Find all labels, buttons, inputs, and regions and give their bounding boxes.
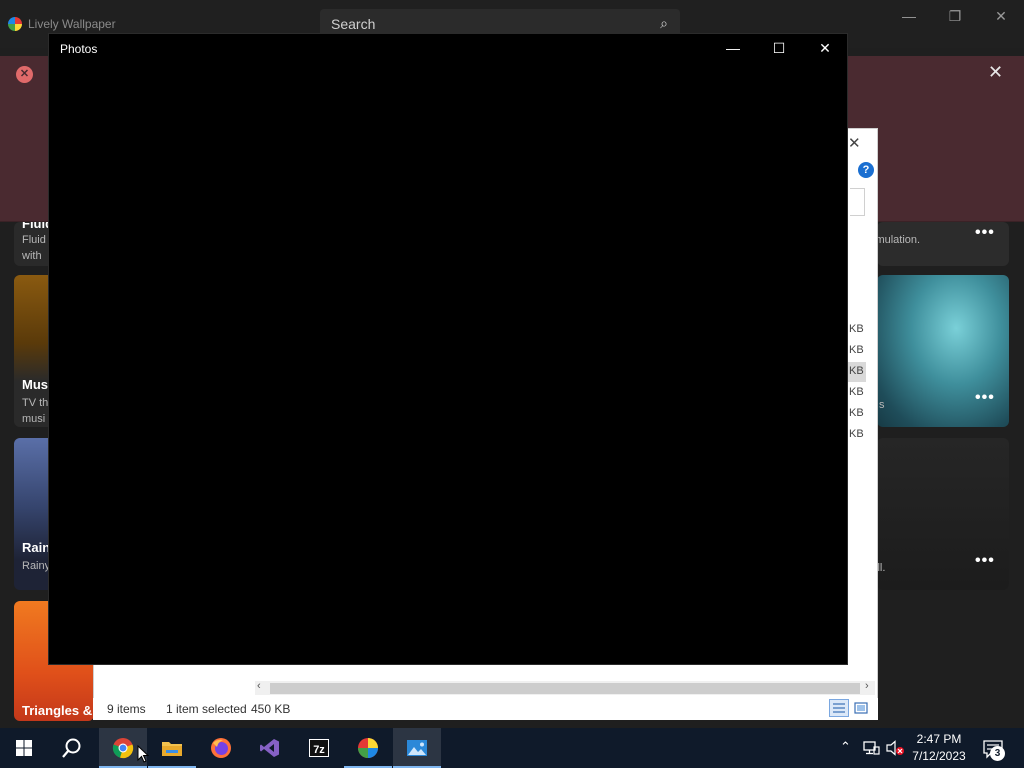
show-hidden-icons-chevron[interactable]: ⌃	[840, 739, 851, 755]
search-icon	[62, 738, 81, 758]
file-size-cell: KB	[849, 386, 864, 398]
help-icon[interactable]: ?	[858, 162, 874, 178]
desktop-screen: Lively Wallpaper Search ⌕ — ❐ ✕ ✕ ✕ Flui…	[0, 0, 1024, 768]
scroll-right-arrow-icon[interactable]: ›	[865, 680, 869, 692]
taskbar-lively[interactable]	[344, 728, 392, 768]
network-icon[interactable]	[862, 740, 880, 756]
folder-icon	[162, 742, 182, 756]
chrome-icon	[112, 738, 134, 759]
lively-icon	[358, 738, 378, 758]
visual-studio-icon	[260, 739, 279, 757]
taskbar-photos[interactable]	[393, 728, 441, 768]
card-desc-line1: Rainy	[22, 560, 51, 572]
svg-text:7z: 7z	[313, 744, 325, 756]
taskbar-file-explorer[interactable]	[148, 728, 196, 768]
more-options-button[interactable]: •••	[975, 389, 995, 407]
card-title: Mus	[22, 377, 48, 392]
photos-icon	[407, 740, 427, 756]
windows-logo-icon	[16, 740, 32, 756]
dialog-close-button[interactable]: ✕	[848, 134, 861, 152]
status-size: 450 KB	[251, 702, 291, 716]
details-view-icon[interactable]	[829, 699, 849, 717]
taskbar-firefox[interactable]	[197, 728, 245, 768]
taskbar-search-button[interactable]	[48, 728, 96, 768]
file-size-cell: KB	[849, 407, 864, 419]
error-icon: ✕	[16, 66, 33, 83]
lively-close-button[interactable]: ✕	[978, 0, 1024, 32]
scrollbar-thumb[interactable]	[270, 683, 860, 694]
large-icons-view-icon[interactable]	[853, 700, 869, 716]
file-size-cell: KB	[849, 344, 864, 356]
card-title: Rain	[22, 540, 51, 555]
banner-close-button[interactable]: ✕	[988, 62, 1003, 83]
scroll-left-arrow-icon[interactable]: ‹	[257, 680, 261, 692]
search-icon[interactable]: ⌕	[660, 15, 668, 32]
photos-window[interactable]	[48, 33, 848, 665]
card-desc-line2: musi	[22, 413, 46, 425]
wallpaper-card-right[interactable]: ill. •••	[877, 438, 1009, 590]
card-title: Triangles &	[22, 703, 93, 718]
file-size-cell: KB	[849, 365, 864, 377]
dialog-search-field[interactable]	[850, 188, 865, 216]
photos-minimize-button[interactable]: —	[718, 40, 748, 56]
lively-maximize-button[interactable]: ❐	[932, 0, 978, 32]
notification-center-button[interactable]: 3	[982, 738, 1008, 761]
taskbar-visual-studio[interactable]	[246, 728, 294, 768]
taskbar-7zip[interactable]: 7z	[295, 728, 343, 768]
photos-window-title: Photos	[60, 42, 98, 56]
lively-minimize-button[interactable]: —	[886, 0, 932, 32]
volume-muted-icon[interactable]	[885, 740, 905, 756]
status-selected: 1 item selected	[166, 702, 247, 716]
card-desc-line1: TV th	[22, 397, 49, 409]
clock-time[interactable]: 2:47 PM	[904, 732, 974, 746]
status-item-count: 9 items	[107, 702, 146, 716]
card-desc: ill.	[877, 562, 886, 574]
clock-date[interactable]: 7/12/2023	[904, 749, 974, 763]
file-size-cell: KB	[849, 428, 864, 440]
card-desc-line2: with	[22, 250, 42, 262]
more-options-button[interactable]: •••	[975, 224, 995, 242]
card-desc: s	[879, 399, 885, 411]
firefox-icon	[211, 738, 231, 758]
photos-close-button[interactable]: ✕	[810, 40, 840, 57]
search-placeholder: Search	[331, 16, 376, 32]
more-options-button[interactable]: •••	[975, 552, 995, 570]
7zip-icon: 7z	[309, 739, 329, 757]
file-size-cell: KB	[849, 323, 864, 335]
wallpaper-card-right[interactable]: imulation. •••	[877, 222, 1009, 266]
photos-maximize-button[interactable]: ☐	[764, 40, 794, 57]
card-desc: imulation.	[877, 234, 921, 246]
card-desc-line1: Fluid	[22, 234, 46, 246]
wallpaper-card-right[interactable]: s •••	[877, 275, 1009, 427]
start-button[interactable]	[0, 728, 48, 768]
lively-app-title: Lively Wallpaper	[28, 17, 116, 31]
notification-badge: 3	[990, 746, 1005, 761]
lively-logo-icon	[8, 17, 22, 31]
